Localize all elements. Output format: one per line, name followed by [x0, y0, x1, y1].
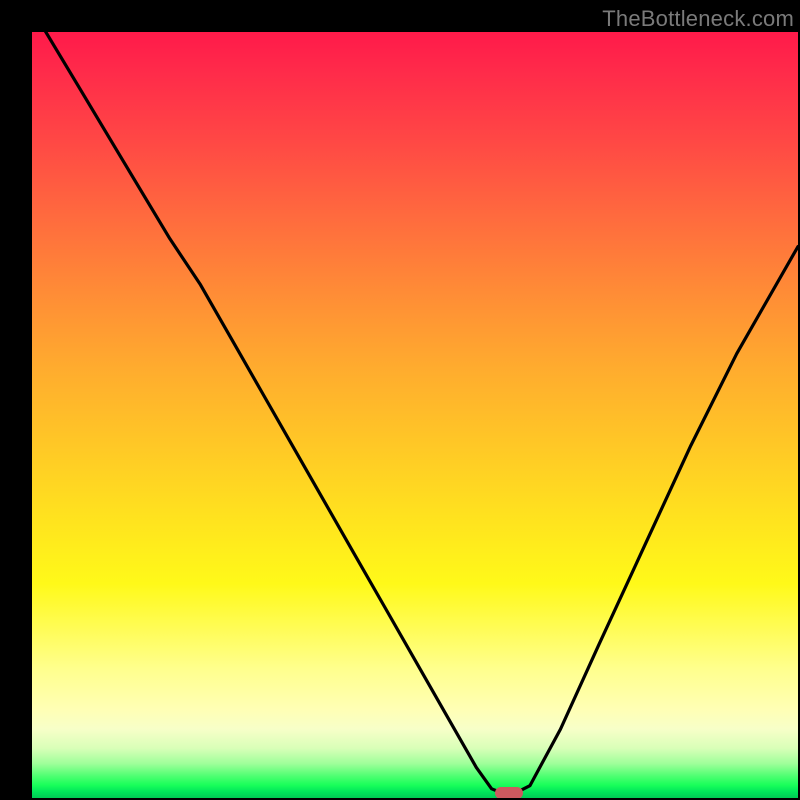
plot-area: [32, 32, 798, 798]
optimal-marker: [495, 787, 523, 798]
watermark-text: TheBottleneck.com: [602, 6, 794, 32]
bottleneck-curve: [32, 32, 798, 798]
chart-frame: TheBottleneck.com: [0, 0, 800, 800]
